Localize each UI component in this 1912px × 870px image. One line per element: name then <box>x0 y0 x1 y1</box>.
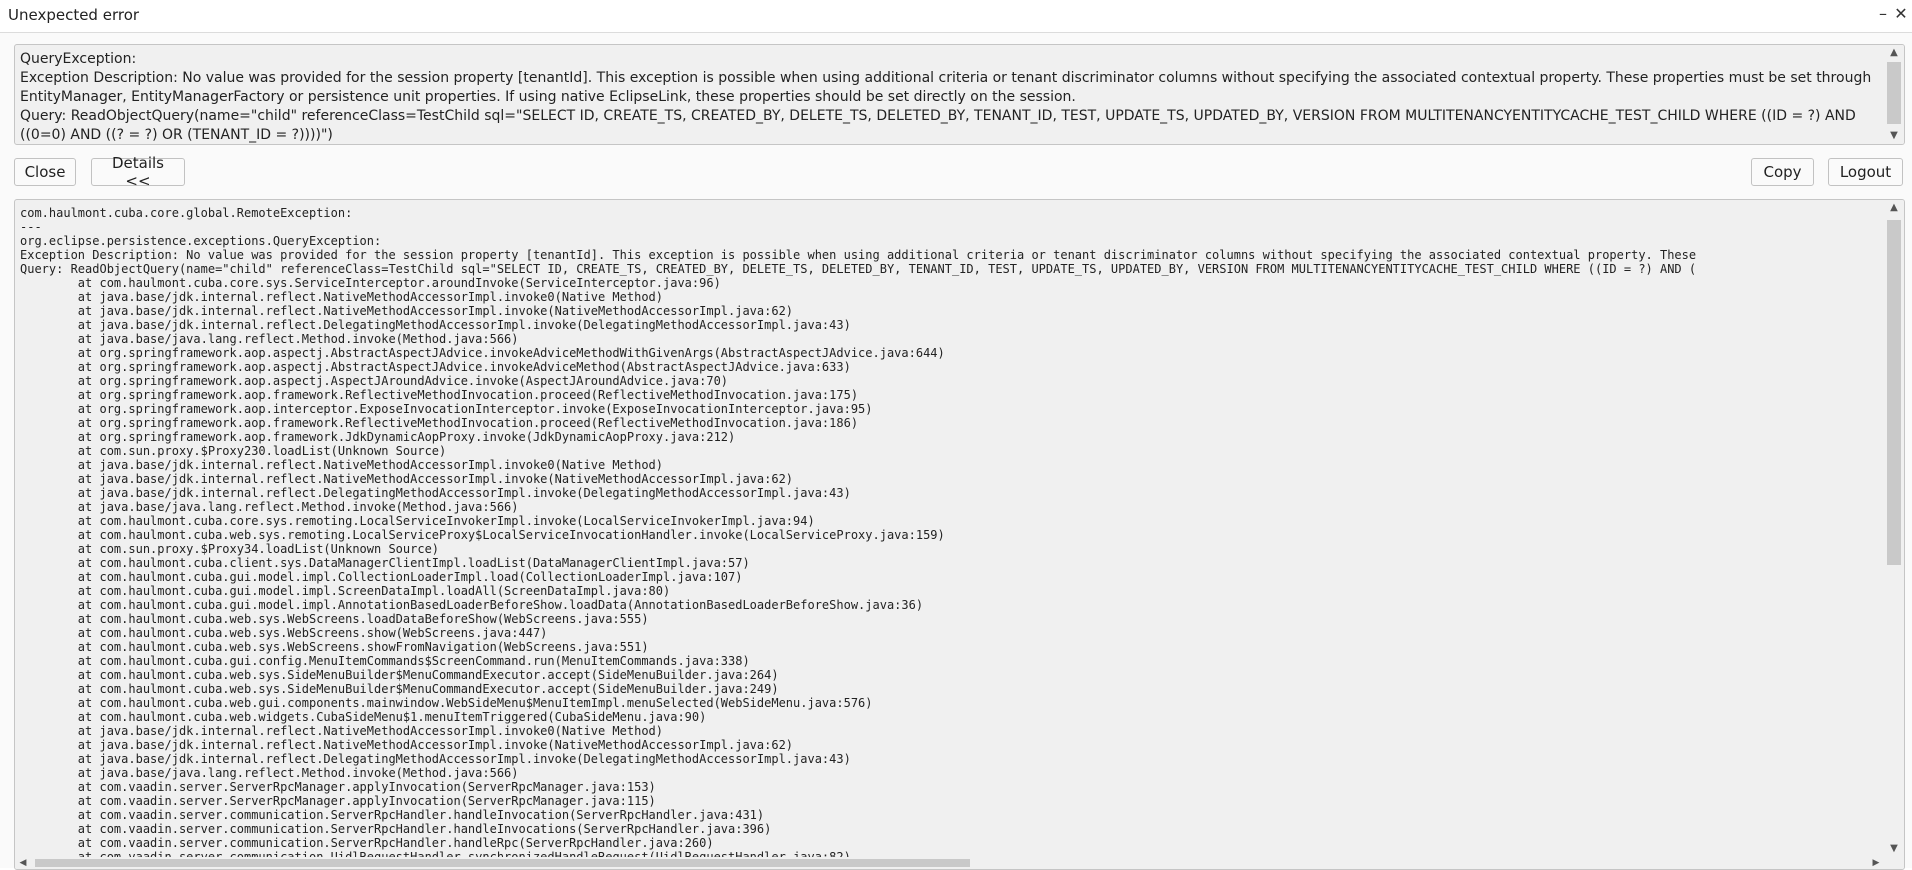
scroll-down-icon[interactable]: ▼ <box>1884 841 1904 857</box>
error-message-text: QueryException: Exception Description: N… <box>20 51 1872 143</box>
error-dialog: Unexpected error – ✕ QueryException: Exc… <box>0 0 1912 870</box>
scroll-up-icon[interactable]: ▲ <box>1884 200 1904 216</box>
scroll-up-icon[interactable]: ▲ <box>1884 45 1904 61</box>
error-message-area[interactable]: QueryException: Exception Description: N… <box>14 44 1905 145</box>
stack-trace-area[interactable]: com.haulmont.cuba.core.global.RemoteExce… <box>14 199 1905 870</box>
trace-horizontal-scrollbar[interactable]: ◀ ▶ <box>15 857 1884 869</box>
trace-hscroll-thumb[interactable] <box>35 859 970 867</box>
scroll-left-icon[interactable]: ◀ <box>15 857 31 869</box>
logout-button[interactable]: Logout <box>1828 158 1903 186</box>
details-button[interactable]: Details << <box>91 154 185 190</box>
dialog-title: Unexpected error <box>8 6 140 24</box>
scroll-down-icon[interactable]: ▼ <box>1884 128 1904 144</box>
dialog-titlebar: Unexpected error – ✕ <box>0 0 1912 33</box>
copy-button[interactable]: Copy <box>1751 158 1814 186</box>
close-icon[interactable]: ✕ <box>1892 4 1910 24</box>
scroll-right-icon[interactable]: ▶ <box>1868 857 1884 869</box>
minimize-icon[interactable]: – <box>1874 4 1892 24</box>
close-button[interactable]: Close <box>14 158 76 186</box>
trace-vertical-scrollbar[interactable]: ▲ ▼ <box>1884 200 1904 869</box>
message-vertical-scrollbar[interactable]: ▲ ▼ <box>1884 45 1904 144</box>
trace-scroll-thumb[interactable] <box>1887 220 1901 565</box>
message-scroll-thumb[interactable] <box>1887 62 1901 124</box>
stack-trace-text: com.haulmont.cuba.core.global.RemoteExce… <box>20 206 1697 864</box>
